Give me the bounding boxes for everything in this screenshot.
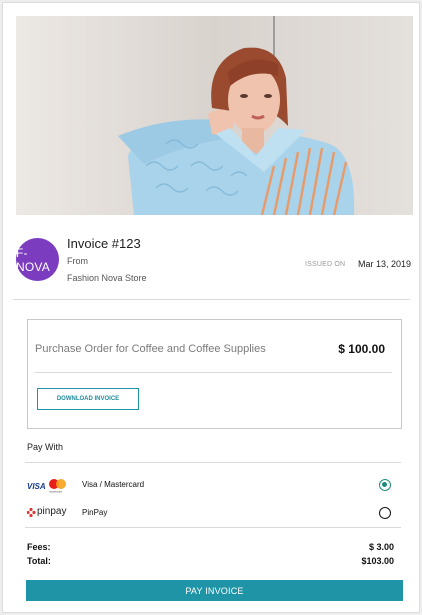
pinpay-brand-text: pinpay <box>37 506 67 517</box>
visa-mastercard-icon: VISA mastercard <box>27 477 71 494</box>
order-description: Purchase Order for Coffee and Coffee Sup… <box>35 343 266 355</box>
fees-label: Fees: <box>27 542 51 552</box>
payment-method-label: Visa / Mastercard <box>82 480 145 489</box>
purchase-order-box: Purchase Order for Coffee and Coffee Sup… <box>27 319 402 429</box>
divider <box>13 299 410 300</box>
radio-unselected[interactable] <box>379 507 391 519</box>
store-name: Fashion Nova Store <box>67 273 147 283</box>
download-invoice-button[interactable]: DOWNLOAD INVOICE <box>37 388 139 410</box>
svg-text:mastercard: mastercard <box>49 490 63 494</box>
pay-with-heading: Pay With <box>27 442 64 452</box>
total-label: Total: <box>27 556 51 566</box>
store-logo-text: F-NOVA <box>16 245 50 274</box>
invoice-title: Invoice #123 <box>67 236 141 251</box>
payment-method-visa-mastercard[interactable]: VISA mastercard Visa / Mastercard <box>27 475 401 495</box>
order-amount: $ 100.00 <box>338 342 385 356</box>
hero-image <box>16 16 413 215</box>
divider <box>35 372 392 373</box>
divider <box>25 462 401 463</box>
radio-selected[interactable] <box>379 479 391 491</box>
payment-method-pinpay[interactable]: pinpay PinPay <box>26 503 401 523</box>
issued-date: Mar 13, 2019 <box>358 259 412 269</box>
store-logo: F-NOVA <box>16 238 59 281</box>
invoice-card: F-NOVA Invoice #123 From Fashion Nova St… <box>2 2 420 613</box>
pinpay-icon: pinpay <box>26 505 71 521</box>
payment-method-label: PinPay <box>82 508 108 517</box>
fees-value: $ 3.00 <box>368 542 394 552</box>
pay-invoice-button[interactable]: PAY INVOICE <box>26 580 403 601</box>
from-label: From <box>67 256 88 266</box>
total-value: $103.00 <box>361 556 394 566</box>
divider <box>25 527 401 528</box>
issued-on-label: ISSUED ON <box>305 261 346 268</box>
svg-text:VISA: VISA <box>27 482 46 491</box>
